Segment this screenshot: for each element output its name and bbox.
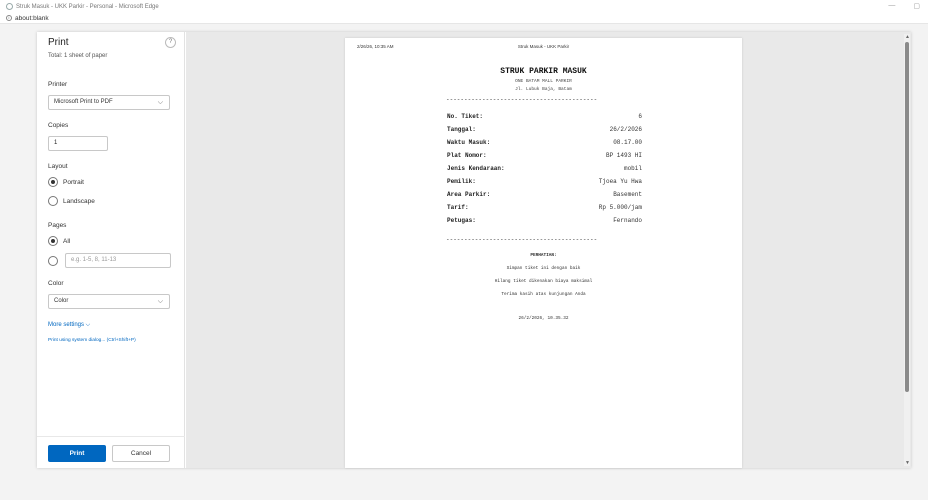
row-key: Jenis Kendaraan:	[447, 165, 505, 172]
page-header-title: Struk Masuk - UKK Parkir	[517, 44, 570, 49]
row-key: Petugas:	[447, 217, 476, 224]
row-value: 08.17.00	[613, 139, 642, 146]
sheet-count: Total: 1 sheet of paper	[48, 53, 108, 59]
portrait-label: Portrait	[63, 178, 84, 186]
row-value: Tjoea Yu Hwa	[598, 178, 642, 185]
system-dialog-link[interactable]: Print using system dialog... (Ctrl+Shift…	[48, 338, 136, 343]
preview-page: 2/26/26, 10:35 AM Struk Masuk - UKK Park…	[345, 38, 742, 468]
landscape-label: Landscape	[63, 197, 95, 205]
chevron-down-icon: ⌵	[157, 99, 163, 106]
address-bar[interactable]: i about:blank	[0, 13, 928, 24]
window-title-bar: Struk Masuk - UKK Parkir - Personal - Mi…	[0, 0, 928, 13]
color-value: Color	[54, 298, 69, 304]
color-select[interactable]: Color ⌵	[48, 294, 170, 309]
chevron-down-icon: ⌵	[157, 298, 163, 305]
radio-selected-icon[interactable]	[48, 177, 58, 187]
printer-label: Printer	[48, 81, 68, 88]
receipt-divider: ----------------------------------------…	[446, 236, 598, 243]
receipt-divider: ----------------------------------------…	[446, 96, 598, 103]
help-button[interactable]: ?	[165, 37, 176, 48]
radio-selected-icon[interactable]	[48, 236, 58, 246]
pages-custom-option[interactable]	[48, 256, 63, 266]
print-button[interactable]: Print	[48, 445, 106, 462]
print-settings-panel: Print Total: 1 sheet of paper ? Printer …	[37, 32, 185, 468]
layout-label: Layout	[48, 163, 68, 170]
radio-icon[interactable]	[48, 196, 58, 206]
row-value: Rp 5.000/jam	[598, 204, 642, 211]
printer-select[interactable]: Microsoft Print to PDF ⌵	[48, 95, 170, 110]
row-value: Basement	[613, 191, 642, 198]
address-url[interactable]: about:blank	[15, 15, 49, 22]
print-dialog: Print Total: 1 sheet of paper ? Printer …	[37, 32, 911, 468]
row-value: BP 1493 HI	[605, 152, 642, 159]
row-key: Area Parkir:	[447, 191, 491, 198]
window-controls: — ▢	[888, 2, 920, 10]
receipt-title: STRUK PARKIR MASUK	[500, 67, 587, 76]
notice-line: Hilang tiket dikenakan biaya maksimal	[494, 279, 593, 284]
minimize-button[interactable]: —	[888, 2, 895, 10]
radio-icon[interactable]	[48, 256, 58, 266]
layout-portrait-option[interactable]: Portrait	[48, 177, 84, 187]
print-title: Print	[48, 37, 69, 48]
scrollbar-thumb[interactable]	[905, 42, 909, 392]
row-value: 6	[638, 113, 642, 120]
pages-label: Pages	[48, 222, 67, 229]
copies-input[interactable]: 1	[48, 136, 108, 151]
pages-all-option[interactable]: All	[48, 236, 70, 246]
row-value: 26/2/2026	[609, 126, 642, 133]
row-key: Tarif:	[447, 204, 469, 211]
printer-value: Microsoft Print to PDF	[54, 99, 113, 105]
row-key: Plat Nomor:	[447, 152, 487, 159]
receipt-place: ONE BATAM MALL PARKIR	[515, 79, 572, 84]
window-title: Struk Masuk - UKK Parkir - Personal - Mi…	[16, 3, 159, 10]
notice-line: Terima kasih atas kunjungan Anda	[501, 292, 586, 297]
color-label: Color	[48, 280, 64, 287]
row-key: Pemilik:	[447, 178, 476, 185]
row-key: No. Tiket:	[447, 113, 484, 120]
edge-icon	[6, 3, 13, 10]
scroll-up-icon[interactable]: ▲	[905, 34, 910, 40]
more-settings-link[interactable]: More settings ⌵	[48, 322, 90, 329]
row-value: Fernando	[613, 217, 642, 224]
row-key: Waktu Masuk:	[447, 139, 491, 146]
notice-line: Simpan tiket ini dengan baik	[506, 266, 581, 271]
pages-range-input[interactable]: e.g. 1-5, 8, 11-13	[65, 253, 171, 268]
notice-title: PERHATIAN:	[530, 253, 557, 258]
printed-at: 26/2/2026, 10.35.32	[518, 316, 569, 321]
pages-all-label: All	[63, 237, 71, 245]
info-icon[interactable]: i	[6, 15, 12, 21]
copies-label: Copies	[48, 122, 69, 129]
row-key: Tanggal:	[447, 126, 476, 133]
cancel-button[interactable]: Cancel	[112, 445, 170, 462]
restore-button[interactable]: ▢	[913, 2, 920, 10]
row-value: mobil	[623, 165, 642, 172]
print-preview-area: 2/26/26, 10:35 AM Struk Masuk - UKK Park…	[186, 32, 911, 468]
scroll-down-icon[interactable]: ▼	[905, 460, 910, 466]
receipt-address: Jl. Lubuk Baja, Batam	[515, 87, 572, 92]
layout-landscape-option[interactable]: Landscape	[48, 196, 95, 206]
footer-divider	[37, 436, 185, 437]
preview-scrollbar[interactable]: ▲ ▼	[904, 34, 910, 466]
